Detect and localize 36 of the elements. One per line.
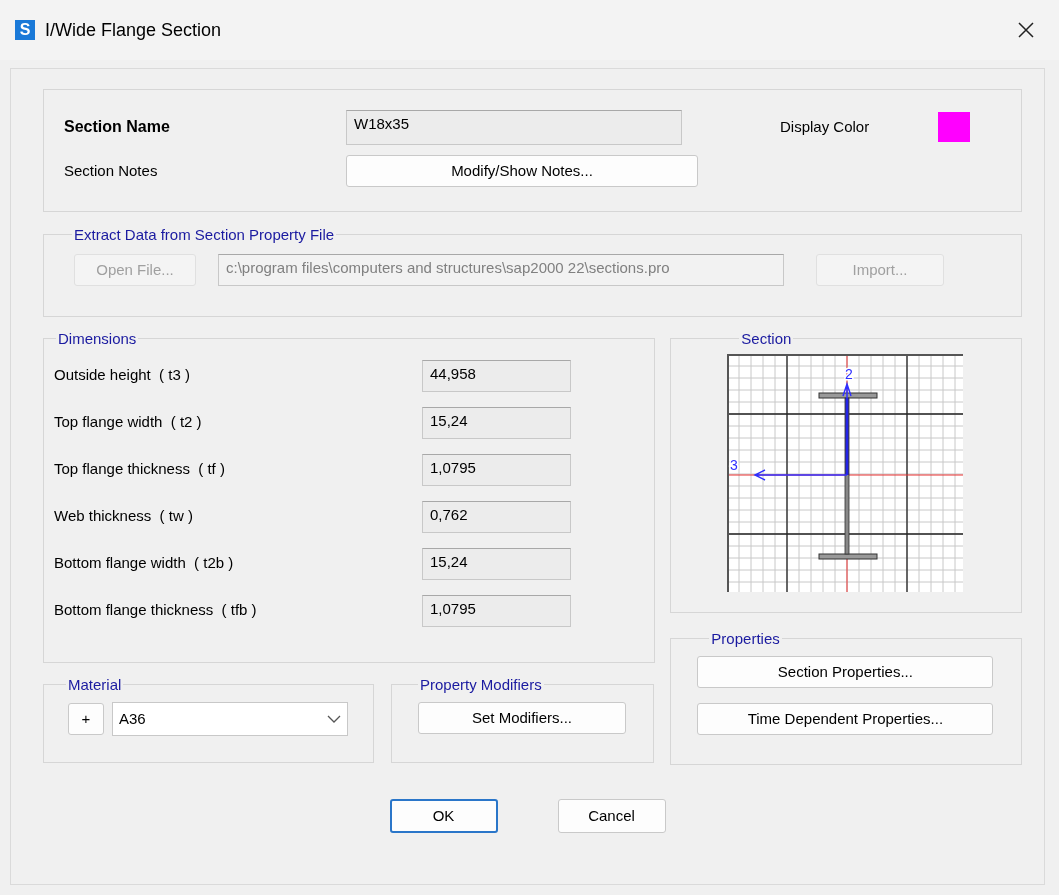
group-label: Material	[67, 677, 123, 692]
section-name-field[interactable]: W18x35	[346, 109, 682, 145]
properties-button[interactable]: Time Dependent Properties...	[697, 703, 994, 735]
field-label: Display Color	[780, 116, 871, 137]
group-label: Extract Data from Section Property File	[73, 227, 336, 242]
dimension-field[interactable]: 0,762	[422, 500, 571, 533]
window-title: I/Wide Flange Section	[45, 18, 223, 42]
field-label: Top flange width ( t2 )	[53, 412, 203, 433]
field-label: Outside height ( t3 )	[53, 365, 191, 386]
dimension-field[interactable]: 15,24	[422, 406, 571, 439]
material-dropdown[interactable]: A36	[112, 702, 348, 736]
notes-button[interactable]: Modify/Show Notes...	[346, 155, 698, 187]
dialog-button[interactable]: Cancel	[557, 799, 666, 833]
group-label: Property Modifiers	[419, 677, 543, 692]
properties-button[interactable]: Section Properties...	[697, 656, 994, 688]
field-label: Bottom flange width ( t2b )	[53, 553, 235, 574]
dimension-field[interactable]: 44,958	[422, 359, 571, 392]
group-label: Properties	[710, 631, 781, 646]
field-label: Section Notes	[64, 160, 159, 181]
dialog-button[interactable]: OK	[389, 799, 498, 833]
close-icon	[1018, 22, 1034, 38]
dimension-field[interactable]: 1,0795	[422, 594, 571, 627]
dimension-field[interactable]: 1,0795	[422, 453, 571, 486]
chevron-down-icon	[327, 715, 341, 723]
app-icon: S	[15, 20, 35, 40]
group-label: Dimensions	[57, 331, 138, 346]
field-label: Web thickness ( tw )	[53, 506, 194, 527]
dropdown-value: A36	[119, 708, 146, 729]
color-swatch[interactable]	[938, 112, 970, 142]
dimension-field[interactable]: 15,24	[422, 547, 571, 580]
group-label: Section	[740, 331, 793, 346]
field-label: Bottom flange thickness ( tfb )	[53, 600, 258, 621]
set-modifiers-button[interactable]: Set Modifiers...	[418, 702, 626, 734]
field-label: Section Name	[64, 117, 171, 137]
add-button[interactable]: +	[68, 703, 104, 735]
field-label: Top flange thickness ( tf )	[53, 459, 226, 480]
